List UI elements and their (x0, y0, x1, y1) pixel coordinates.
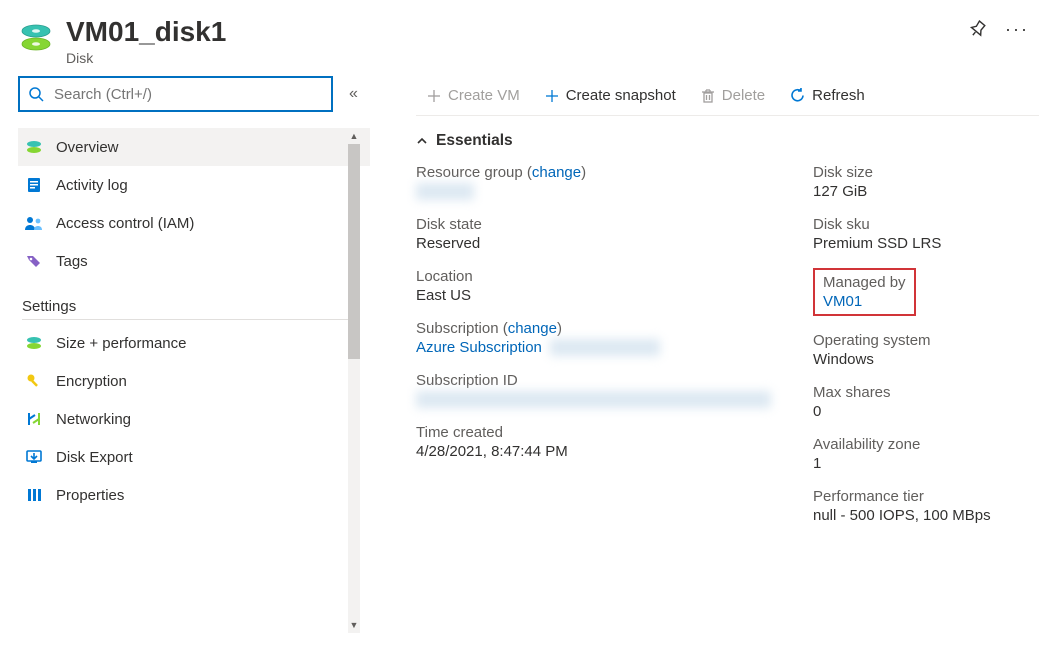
subscription-id-label: Subscription ID (416, 372, 773, 389)
command-bar: Create VM Create snapshot Delete (416, 76, 1039, 116)
nav-activity-log[interactable]: Activity log (18, 166, 370, 204)
max-shares-value: 0 (813, 403, 1033, 420)
location-label: Location (416, 268, 773, 285)
button-label: Refresh (812, 87, 865, 104)
networking-icon (24, 410, 44, 428)
nav-tags[interactable]: Tags (18, 242, 370, 280)
trash-icon (700, 88, 716, 104)
disk-icon (18, 20, 54, 56)
subscription-label: Subscription (change) (416, 320, 773, 337)
button-label: Create VM (448, 87, 520, 104)
nav-access-control[interactable]: Access control (IAM) (18, 204, 370, 242)
page-title: VM01_disk1 (66, 16, 969, 48)
disk-sku-value: Premium SSD LRS (813, 235, 1033, 252)
nav-label: Networking (56, 411, 131, 428)
subscription-id-value: 00000000-0000-0000-0000-000000000000 (416, 391, 771, 408)
nav-properties[interactable]: Properties (18, 476, 370, 514)
location-value: East US (416, 287, 773, 304)
button-label: Delete (722, 87, 765, 104)
page-header: VM01_disk1 Disk ··· (0, 0, 1051, 76)
plus-icon (426, 88, 442, 104)
subscription-link[interactable]: Azure Subscription (416, 339, 542, 356)
collapse-sidebar-icon[interactable]: « (349, 85, 358, 103)
chevron-up-icon (416, 135, 428, 147)
button-label: Create snapshot (566, 87, 676, 104)
managed-by-label: Managed by (823, 274, 906, 291)
sidebar-scrollbar[interactable]: ▲ ▼ (348, 128, 360, 633)
activity-log-icon (24, 176, 44, 194)
nav-label: Access control (IAM) (56, 215, 194, 232)
nav-label: Properties (56, 487, 124, 504)
access-control-icon (24, 214, 44, 232)
resource-group-value: redacted (416, 183, 474, 200)
nav-encryption[interactable]: Encryption (18, 362, 370, 400)
pin-icon[interactable] (969, 20, 987, 38)
create-snapshot-button[interactable]: Create snapshot (534, 76, 686, 115)
refresh-icon (789, 87, 806, 104)
search-icon (28, 86, 44, 102)
settings-section-header: Settings (22, 298, 370, 315)
disk-state-value: Reserved (416, 235, 773, 252)
availability-zone-label: Availability zone (813, 436, 1033, 453)
managed-by-highlight: Managed by VM01 (813, 268, 916, 316)
create-vm-button: Create VM (416, 76, 530, 115)
nav-label: Disk Export (56, 449, 133, 466)
nav-label: Encryption (56, 373, 127, 390)
search-input[interactable] (52, 85, 323, 104)
os-label: Operating system (813, 332, 1033, 349)
nav-networking[interactable]: Networking (18, 400, 370, 438)
delete-button: Delete (690, 76, 775, 115)
main-panel: Create VM Create snapshot Delete (370, 76, 1051, 647)
nav-label: Activity log (56, 177, 128, 194)
disk-size-label: Disk size (813, 164, 1033, 181)
disk-sku-label: Disk sku (813, 216, 1033, 233)
managed-by-link[interactable]: VM01 (823, 293, 862, 310)
nav-label: Size + performance (56, 335, 186, 352)
time-created-label: Time created (416, 424, 773, 441)
resource-type-label: Disk (66, 50, 969, 66)
plus-icon (544, 88, 560, 104)
max-shares-label: Max shares (813, 384, 1033, 401)
properties-icon (24, 486, 44, 504)
tags-icon (24, 252, 44, 270)
disk-size-value: 127 GiB (813, 183, 1033, 200)
essentials-toggle[interactable]: Essentials (416, 132, 1033, 150)
refresh-button[interactable]: Refresh (779, 76, 875, 115)
more-icon[interactable]: ··· (1005, 20, 1029, 38)
nav-size-performance[interactable]: Size + performance (18, 324, 370, 362)
nav-overview[interactable]: Overview (18, 128, 370, 166)
change-subscription-link[interactable]: change (508, 320, 557, 337)
performance-tier-value: null - 500 IOPS, 100 MBps (813, 507, 1033, 524)
nav-disk-export[interactable]: Disk Export (18, 438, 370, 476)
resource-group-label: Resource group (change) (416, 164, 773, 181)
subscription-suffix-redacted (550, 339, 660, 356)
os-value: Windows (813, 351, 1033, 368)
time-created-value: 4/28/2021, 8:47:44 PM (416, 443, 773, 460)
availability-zone-value: 1 (813, 455, 1033, 472)
sidebar: « Overview (0, 76, 370, 647)
essentials-label: Essentials (436, 132, 513, 150)
performance-tier-label: Performance tier (813, 488, 1033, 505)
disk-small-icon (24, 334, 44, 352)
key-icon (24, 372, 44, 390)
divider (22, 319, 352, 320)
nav-label: Tags (56, 253, 88, 270)
disk-state-label: Disk state (416, 216, 773, 233)
nav-label: Overview (56, 139, 119, 156)
export-icon (24, 448, 44, 466)
change-resource-group-link[interactable]: change (532, 164, 581, 181)
search-box[interactable] (18, 76, 333, 112)
disk-small-icon (24, 138, 44, 156)
